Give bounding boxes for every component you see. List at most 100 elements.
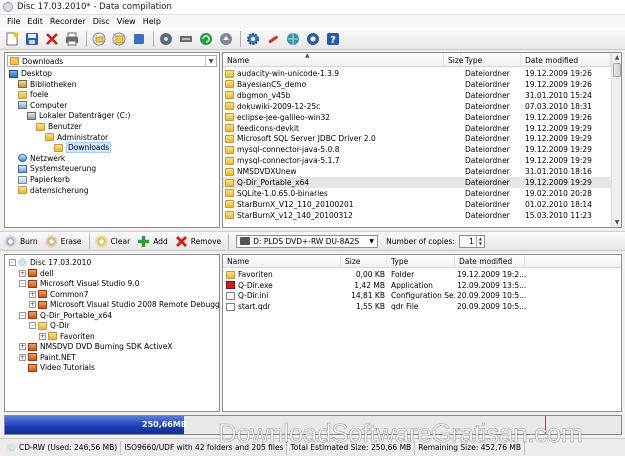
print-icon[interactable]	[63, 30, 81, 48]
expand-icon[interactable]: +	[19, 343, 26, 350]
source-folder-tree: Downloads ▼ Desktop Bibliotheken foele Comp…	[4, 52, 220, 228]
column-type[interactable]: Type	[387, 255, 455, 268]
collapse-icon[interactable]: -	[19, 311, 26, 319]
disc-tree-item[interactable]: - Q-Dir	[29, 320, 70, 331]
disc-tree-item[interactable]: - Q-Dir_Portable_x64	[19, 310, 112, 321]
disc-tree-item[interactable]: + Common7	[29, 289, 89, 300]
disc-tree-item[interactable]: + NMSDVD DVD Burning SDK ActiveX	[19, 341, 172, 352]
reload-icon[interactable]	[197, 30, 215, 48]
list-item[interactable]: Q-Dir_Portable_x64 Dateiordner 19.12.2009 …	[223, 177, 611, 188]
expand-icon[interactable]: +	[29, 290, 36, 298]
expand-icon[interactable]: +	[19, 353, 26, 361]
source-list-scrollbar[interactable]: ▲ ▼	[611, 53, 621, 227]
cell-name: dokuwiki-2009-12-25c	[225, 101, 444, 112]
list-item[interactable]: mysql-connector-java-5.1.7 Dateiordner 19.…	[223, 155, 611, 166]
eject-icon[interactable]	[217, 30, 235, 48]
tree-item[interactable]: Systemsteuerung	[18, 163, 96, 174]
burn-button[interactable]: Burn	[4, 234, 38, 248]
list-item[interactable]: mysql-connector-java-5.0.8 Dateiordner 19.…	[223, 144, 611, 155]
web-icon[interactable]	[284, 30, 302, 48]
tree-item[interactable]: datensicherung	[18, 185, 89, 196]
tools-icon[interactable]	[264, 30, 282, 48]
tree-item[interactable]: Downloads	[54, 142, 112, 154]
column-date-modified[interactable]: Date modified	[455, 255, 525, 268]
list-item[interactable]: eclipse-jee-galileo-win32 Dateiordner 19.1…	[223, 112, 611, 123]
add-folder-icon[interactable]	[90, 30, 108, 48]
list-item[interactable]: audacity-win-unicode-1.3.9 Dateiordner 19.…	[223, 68, 611, 79]
add-files-icon[interactable]	[110, 30, 128, 48]
list-item[interactable]: BayesianCS_demo Dateiordner 19.12.2009 19:…	[223, 79, 611, 90]
scroll-down-icon[interactable]: ▼	[612, 218, 621, 227]
tree-item[interactable]: foele	[18, 89, 49, 100]
remove-button[interactable]: Remove	[175, 235, 221, 248]
folder-icon	[28, 269, 37, 277]
copies-stepper[interactable]: 1 ▲ ▼	[458, 234, 485, 248]
list-item[interactable]: Q-Dir.ini 14,81 KB Configuration Se... 20.0…	[223, 290, 621, 301]
copies-value[interactable]: 1	[460, 237, 476, 246]
list-item[interactable]: feedicons-devkit Dateiordner 19.12.2009 19…	[223, 123, 611, 134]
expand-icon[interactable]: +	[39, 332, 46, 340]
tree-item[interactable]: Netzwerk	[18, 153, 65, 164]
menu-disc[interactable]: Disc	[93, 17, 110, 26]
list-item[interactable]: dbgmon_v45b Dateiordner 31.01.2010 15:24	[223, 90, 611, 101]
stepper-arrows-icon[interactable]: ▲ ▼	[475, 235, 484, 247]
list-item[interactable]: Favoriten 0,00 KB Folder 19.12.2009 19:2...	[223, 269, 621, 280]
list-item[interactable]: SQLite-1.0.65.0-binaries Dateiordner 19.02…	[223, 188, 611, 199]
expand-icon[interactable]: +	[19, 269, 26, 277]
tree-item[interactable]: Computer	[18, 100, 67, 111]
recorder-select[interactable]: D: PLDS DVD+-RW DU-8A2S ▼	[236, 234, 379, 248]
list-item[interactable]: start.qdr 1,55 KB qdr File 20.09.2009 10:5.…	[223, 301, 621, 312]
list-item[interactable]: NMSDVDXUnew Dateiordner 31.01.2010 18:16	[223, 166, 611, 177]
disc-tree-item[interactable]: + Favoriten	[39, 331, 95, 342]
menu-recorder[interactable]: Recorder	[50, 17, 86, 26]
list-item[interactable]: dokuwiki-2009-12-25c Dateiordner 07.03.201…	[223, 101, 611, 112]
list-item[interactable]: StarBurnX_v12_140_20100312 Dateiordner 15.…	[223, 210, 611, 221]
expand-icon[interactable]: +	[29, 301, 36, 308]
menu-file[interactable]: File	[7, 17, 20, 26]
options-icon[interactable]	[304, 30, 322, 48]
disc-tree-item[interactable]: - Microsoft Visual Studio 9.0	[19, 278, 140, 289]
column-date-modified[interactable]: Date modified	[521, 53, 611, 67]
delete-icon[interactable]	[43, 30, 61, 48]
tree-item[interactable]: Benutzer	[36, 121, 82, 132]
tree-item[interactable]: Administrator	[45, 132, 108, 143]
disc-tree-item[interactable]: Video Tutorials	[19, 362, 95, 373]
new-compilation-icon[interactable]	[3, 30, 21, 48]
save-icon[interactable]	[23, 30, 41, 48]
column-size[interactable]: Size	[341, 255, 387, 268]
menu-help[interactable]: Help	[143, 17, 161, 26]
chevron-down-icon[interactable]: ▼	[205, 56, 216, 66]
column-size[interactable]: Size	[444, 53, 463, 67]
disc-tree-item[interactable]: + dell	[19, 268, 54, 279]
clear-button[interactable]: Clear	[94, 234, 130, 248]
column-name[interactable]: Name	[223, 53, 444, 67]
tree-item[interactable]: Lokaler Datenträger (C:)	[27, 110, 130, 121]
collapse-icon[interactable]: -	[9, 259, 16, 266]
path-dropdown[interactable]: Downloads ▼	[7, 55, 217, 67]
disc-tree-item[interactable]: + Microsoft Visual Studio 2008 Remote Deb…	[29, 299, 219, 310]
menu-edit[interactable]: Edit	[27, 17, 43, 26]
burn-icon[interactable]	[157, 30, 175, 48]
tree-item[interactable]: Bibliotheken	[18, 79, 77, 90]
drive-icon[interactable]	[177, 30, 195, 48]
scroll-up-icon[interactable]: ▲	[612, 53, 621, 62]
disc-tree-item[interactable]: - Disc 17.03.2010	[9, 257, 91, 268]
list-item[interactable]: StarBurnX_V12_110_20100201 Dateiordner 01.…	[223, 199, 611, 210]
add-button[interactable]: Add	[137, 235, 168, 248]
chevron-down-icon[interactable]: ▼	[366, 238, 377, 245]
tree-item[interactable]: Desktop	[9, 68, 52, 79]
gear-icon[interactable]	[244, 30, 262, 48]
collapse-icon[interactable]: -	[29, 322, 36, 329]
erase-button[interactable]: Erase	[44, 234, 82, 248]
help-icon[interactable]: ?	[324, 30, 342, 48]
list-item[interactable]: Q-Dir.exe 1,42 MB Application 12.09.2009 13…	[223, 280, 621, 291]
import-icon[interactable]	[130, 30, 148, 48]
menu-view[interactable]: View	[117, 17, 136, 26]
disc-tree-item[interactable]: + Paint.NET	[19, 352, 76, 363]
column-name[interactable]: Name	[223, 255, 341, 268]
collapse-icon[interactable]: -	[19, 280, 26, 287]
list-item[interactable]: Microsoft SQL Server JDBC Driver 2.0 Date…	[223, 133, 611, 144]
column-type[interactable]: Type	[461, 53, 521, 67]
tree-item[interactable]: Papierkorb	[18, 174, 70, 185]
scroll-thumb[interactable]	[613, 63, 621, 77]
